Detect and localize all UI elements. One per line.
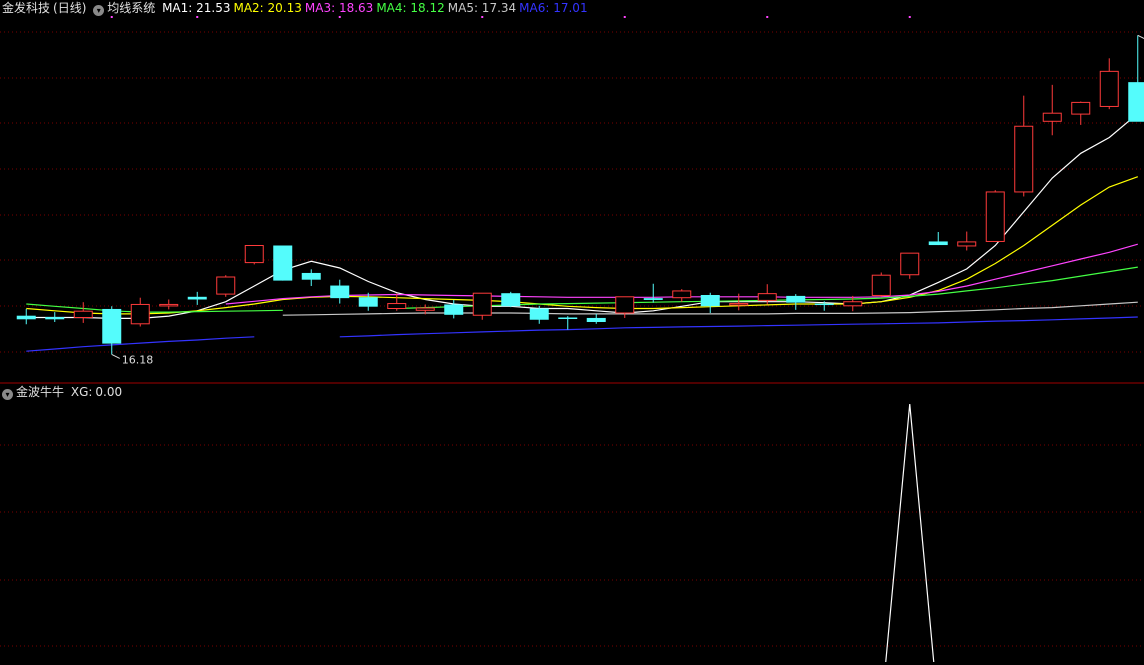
candle-body-34 [985, 191, 1005, 242]
candle-body-12 [358, 297, 378, 307]
candle-body-33 [957, 241, 977, 247]
candle-body-23 [672, 290, 692, 299]
candle-body-26 [757, 293, 777, 301]
candle-body-13 [387, 303, 407, 309]
candle-body-14 [415, 307, 435, 311]
top-marker-1 [196, 16, 199, 18]
ma-legend-5: MA5: 17.34 [447, 1, 517, 15]
candle-body-36 [1042, 112, 1062, 122]
sub-header: ▾ 金波牛牛 XG: 0.00 [2, 384, 125, 400]
ma-legend-4: MA4: 18.12 [376, 1, 445, 15]
top-marker-3 [481, 16, 484, 18]
xg-label: XG: [70, 385, 93, 399]
indicator-name: 均线系统 [107, 1, 156, 15]
ma-line-ma4 [26, 266, 1138, 313]
candle-body-31 [900, 252, 920, 276]
candle-body-6 [187, 296, 207, 300]
main-header: 金发科技 (日线) ▾ 均线系统 MA1: 21.53 MA2: 20.13 MA3: … [2, 0, 594, 16]
candle-body-38 [1099, 70, 1119, 107]
candle-body-17 [501, 293, 521, 307]
top-marker-4 [623, 16, 626, 18]
top-marker-2 [338, 16, 341, 18]
candle-body-11 [330, 285, 350, 299]
candle-body-19 [558, 317, 578, 319]
candle-body-39 [1128, 82, 1144, 122]
candle-body-24 [700, 295, 720, 307]
kline-chart: 23.2716.18 [0, 16, 1144, 663]
candle-body-5 [159, 303, 179, 307]
candle-body-16 [472, 292, 492, 316]
ma-legend-6: MA6: 17.01 [519, 1, 588, 15]
top-marker-6 [908, 16, 911, 18]
sub-indicator-menu-icon[interactable]: ▾ [2, 389, 13, 400]
candle-body-15 [444, 304, 464, 315]
candle-body-21 [615, 296, 635, 314]
candle-body-18 [529, 308, 549, 320]
ma-legend: MA1: 21.53 MA2: 20.13 MA3: 18.63 MA4: 18.12… [162, 1, 591, 15]
ma-line-ma6 [26, 316, 1138, 352]
candle-body-7 [216, 276, 236, 295]
candle-body-37 [1071, 101, 1091, 115]
xg-signal-line [885, 403, 935, 663]
candle-body-28 [814, 303, 834, 306]
indicator-menu-icon[interactable]: ▾ [93, 5, 105, 16]
chart-stage: 23.2716.18 金发科技(日线) ▾均线系统 MA1: 21.53MA2:… [0, 0, 1144, 663]
candle-body-25 [729, 303, 749, 306]
candle-body-10 [301, 272, 321, 280]
candle-body-27 [786, 295, 806, 303]
high-pointer [1137, 34, 1144, 40]
xg-value: 0.00 [95, 385, 123, 399]
candle-body-3 [102, 308, 122, 344]
candle-body-0 [16, 315, 36, 320]
low-pointer [111, 353, 120, 359]
candle-body-22 [643, 298, 663, 300]
period-label: (日线) [53, 1, 87, 15]
ma-legend-3: MA3: 18.63 [304, 1, 374, 15]
candle-body-29 [843, 301, 863, 307]
candle-body-1 [45, 317, 65, 320]
candle-body-2 [73, 310, 93, 319]
sub-indicator-name: 金波牛牛 [16, 385, 65, 399]
ma-legend-2: MA2: 20.13 [233, 1, 302, 15]
ma-line-ma1 [26, 113, 1139, 319]
candle-body-4 [130, 303, 150, 325]
stock-name: 金发科技 [2, 1, 51, 15]
candle-body-20 [586, 317, 606, 322]
low-label: 16.18 [122, 353, 154, 366]
candle-body-35 [1014, 125, 1034, 193]
candle-body-9 [273, 245, 293, 281]
top-marker-5 [766, 16, 769, 18]
candle-body-8 [244, 245, 264, 264]
candle-body-30 [871, 274, 891, 296]
ma-legend-1: MA1: 21.53 [162, 1, 231, 15]
top-marker-0 [110, 16, 113, 18]
candle-body-32 [928, 241, 948, 246]
